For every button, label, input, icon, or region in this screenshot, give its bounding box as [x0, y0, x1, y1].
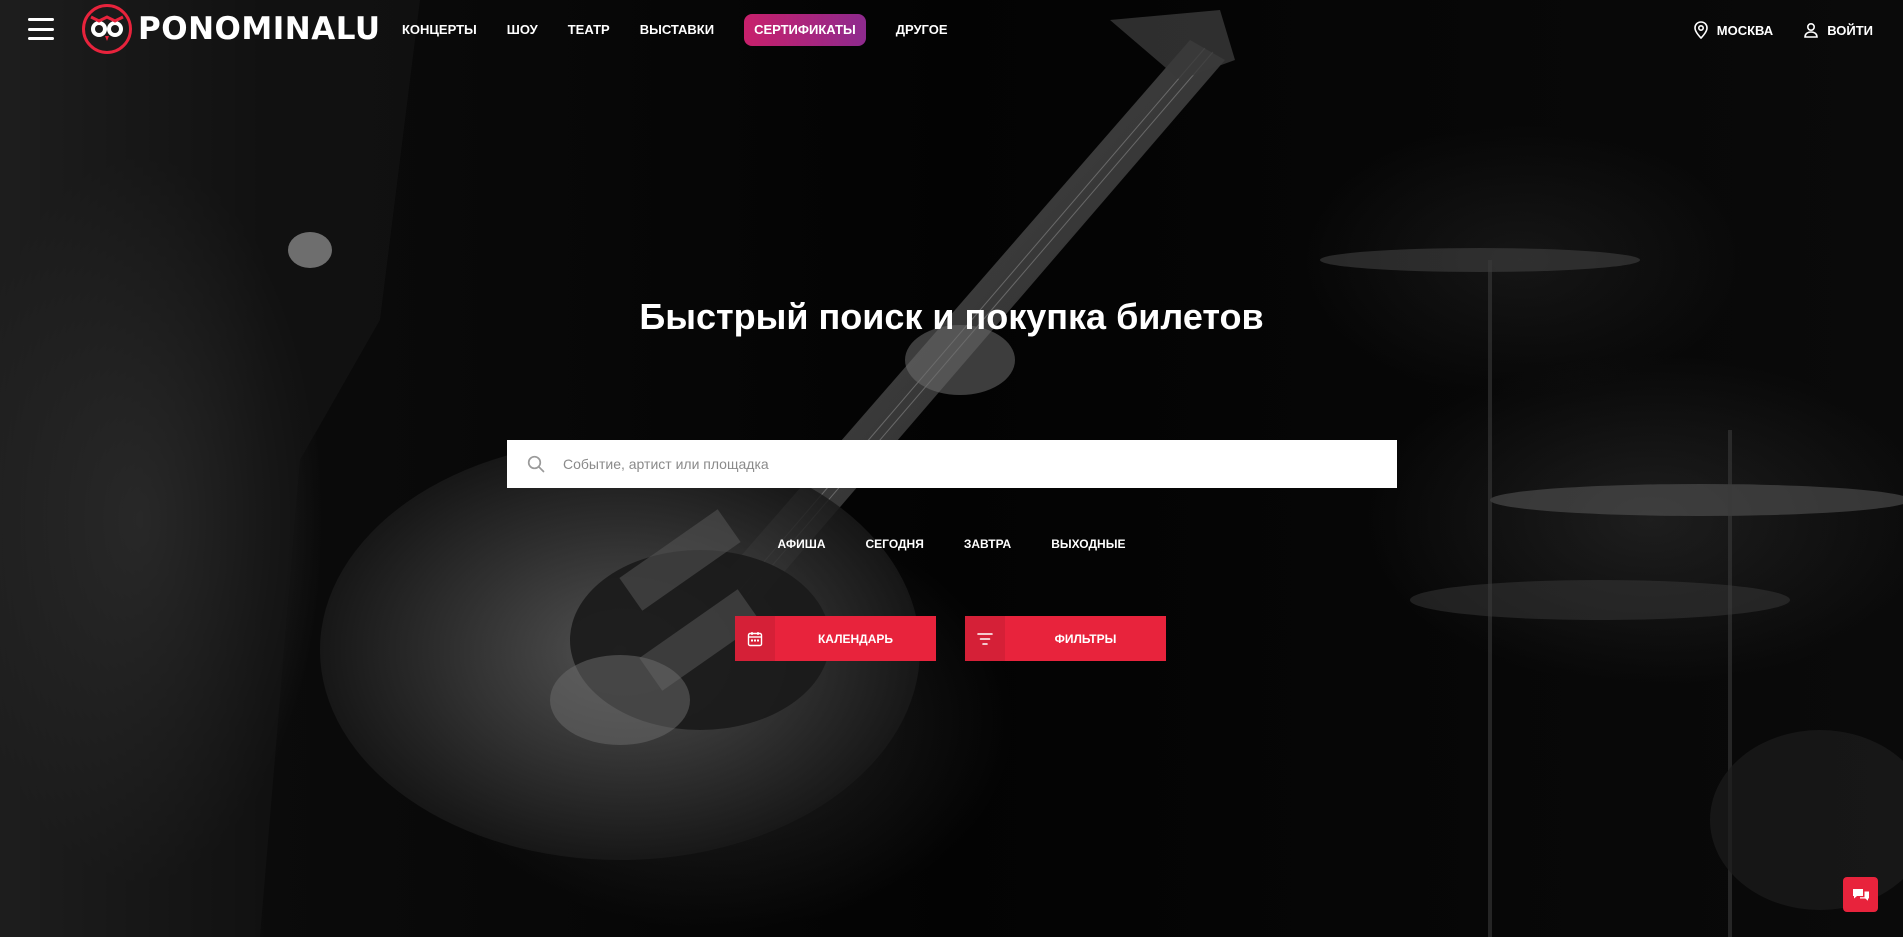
search-bar[interactable]: [507, 440, 1397, 488]
chat-button[interactable]: [1843, 877, 1878, 912]
main-nav: КОНЦЕРТЫ ШОУ ТЕАТР ВЫСТАВКИ СЕРТИФИКАТЫ …: [402, 14, 978, 46]
nav-item-concerts[interactable]: КОНЦЕРТЫ: [402, 14, 477, 46]
nav-item-theatre[interactable]: ТЕАТР: [568, 14, 610, 46]
hero-title: Быстрый поиск и покупка билетов: [639, 296, 1264, 337]
quick-link-today[interactable]: СЕГОДНЯ: [866, 537, 924, 551]
hamburger-icon[interactable]: [28, 18, 54, 40]
nav-item-show[interactable]: ШОУ: [507, 14, 538, 46]
page: PONOMINALU КОНЦЕРТЫ ШОУ ТЕАТР ВЫСТАВКИ С…: [0, 0, 1903, 937]
nav-item-exhibitions[interactable]: ВЫСТАВКИ: [640, 14, 714, 46]
logo-text: PONOMINALU: [138, 11, 381, 47]
filters-button[interactable]: ФИЛЬТРЫ: [965, 616, 1166, 661]
top-header: PONOMINALU КОНЦЕРТЫ ШОУ ТЕАТР ВЫСТАВКИ С…: [0, 0, 1903, 58]
search-icon: [527, 455, 545, 473]
header-actions: МОСКВА ВОЙТИ: [1663, 14, 1873, 46]
site-logo[interactable]: PONOMINALU: [82, 4, 381, 54]
calendar-button[interactable]: КАЛЕНДАРЬ: [735, 616, 936, 661]
calendar-label: КАЛЕНДАРЬ: [817, 631, 894, 646]
calendar-icon-box: [735, 616, 775, 661]
chat-bubbles-icon: [1852, 888, 1869, 901]
owl-logo-icon: [82, 4, 132, 54]
nav-item-certificates[interactable]: СЕРТИФИКАТЫ: [744, 14, 866, 46]
filters-icon-box: [965, 616, 1005, 661]
filter-lines-icon: [977, 632, 993, 645]
user-icon: [1804, 22, 1818, 38]
city-selector[interactable]: МОСКВА: [1693, 14, 1773, 46]
map-pin-icon: [1693, 21, 1708, 39]
login-label: ВОЙТИ: [1827, 22, 1873, 38]
city-label: МОСКВА: [1716, 22, 1774, 38]
nav-item-other[interactable]: ДРУГОЕ: [896, 14, 948, 46]
quick-link-tomorrow[interactable]: ЗАВТРА: [964, 537, 1011, 551]
quick-link-weekend[interactable]: ВЫХОДНЫЕ: [1051, 537, 1125, 551]
search-input[interactable]: [563, 441, 1397, 487]
quick-links: АФИША СЕГОДНЯ ЗАВТРА ВЫХОДНЫЕ: [0, 537, 1903, 551]
login-button[interactable]: ВОЙТИ: [1803, 14, 1873, 46]
quick-link-afisha[interactable]: АФИША: [778, 537, 826, 551]
filters-label: ФИЛЬТРЫ: [1054, 631, 1117, 646]
calendar-icon: [747, 631, 763, 646]
